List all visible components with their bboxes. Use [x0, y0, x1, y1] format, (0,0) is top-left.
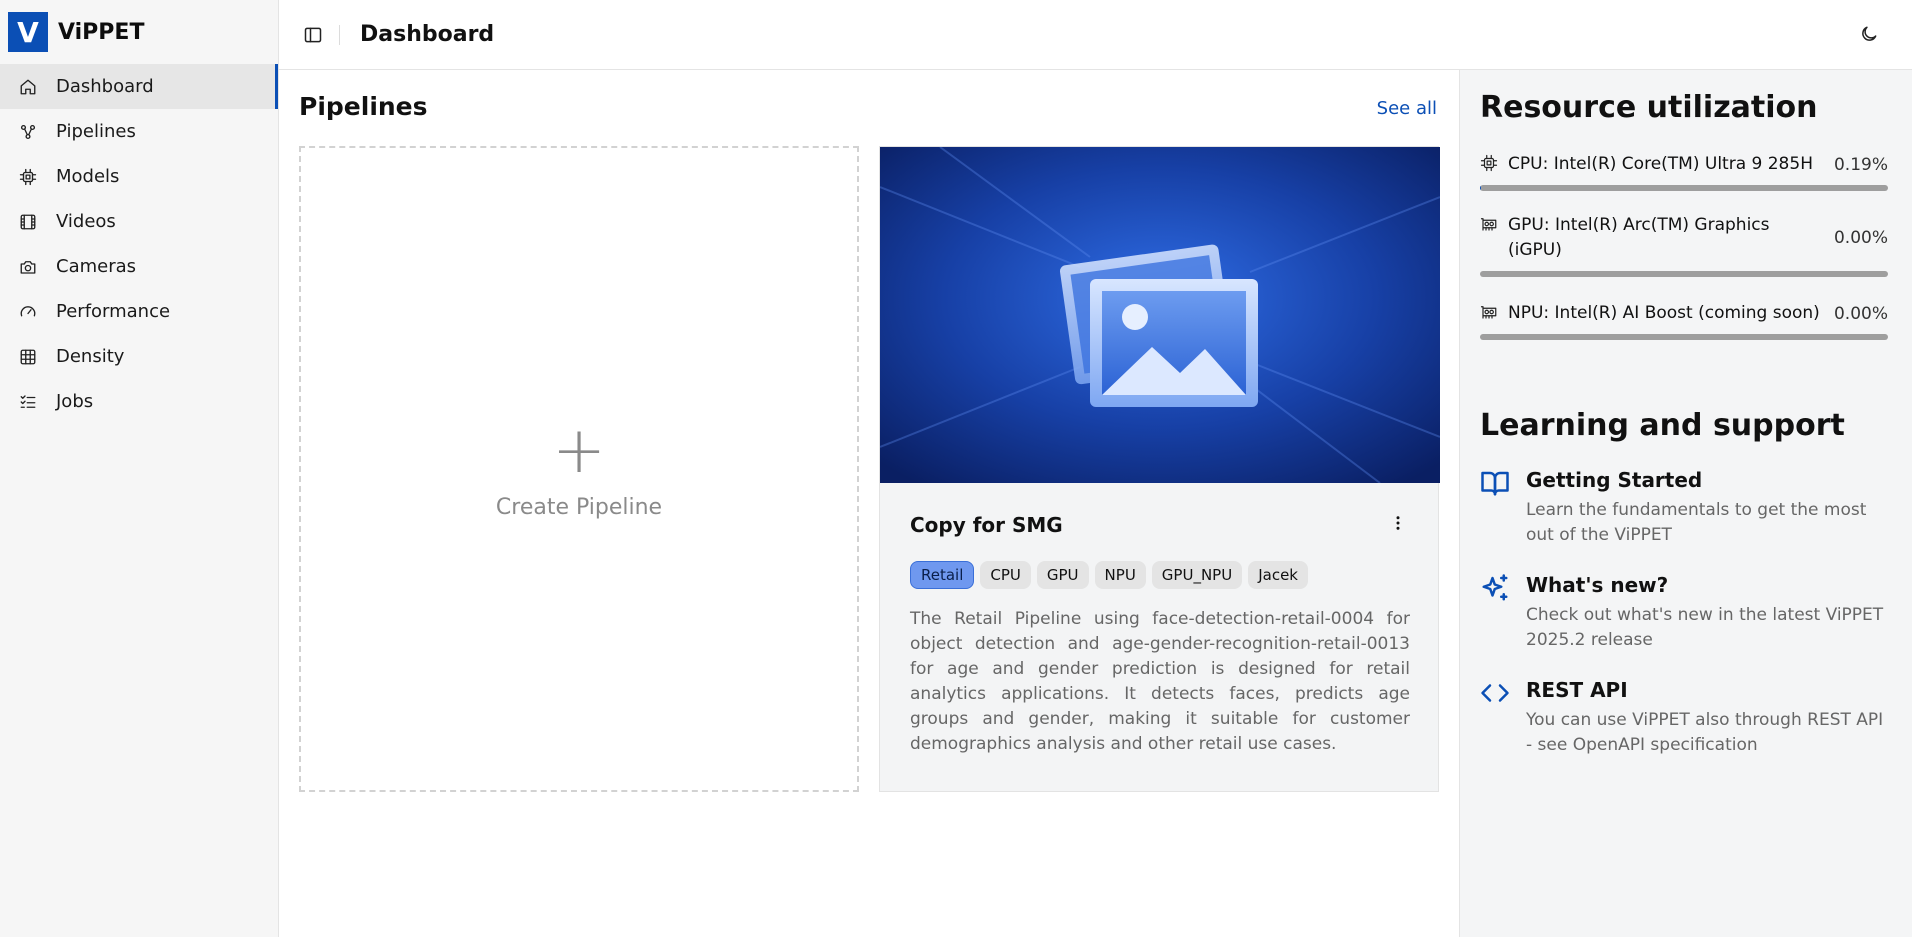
gauge-icon: [18, 302, 38, 322]
resource-label: GPU: Intel(R) Arc(TM) Graphics (iGPU): [1508, 215, 1770, 260]
grid-icon: [18, 347, 38, 367]
resource-npu: NPU: Intel(R) AI Boost (coming soon) 0.0…: [1480, 301, 1888, 340]
panel-left-icon[interactable]: [301, 23, 325, 47]
learn-desc: Learn the fundamentals to get the most o…: [1526, 500, 1867, 545]
resource-value: 0.00%: [1833, 303, 1888, 324]
brand[interactable]: V ViPPET: [0, 0, 278, 64]
sidebar-item-jobs[interactable]: Jobs: [0, 379, 278, 424]
film-icon: [18, 212, 38, 232]
tag-gpu[interactable]: GPU: [1036, 561, 1089, 589]
sidebar-item-label: Density: [56, 346, 125, 367]
npu-card-icon: [1480, 303, 1498, 321]
pipeline-name: Copy for SMG: [910, 513, 1063, 537]
tag-jacek[interactable]: Jacek: [1248, 561, 1308, 589]
see-all-link[interactable]: See all: [1377, 98, 1437, 119]
resource-utilization-title: Resource utilization: [1480, 90, 1818, 125]
sidebar-item-pipelines[interactable]: Pipelines: [0, 109, 278, 154]
moon-icon[interactable]: [1856, 21, 1882, 47]
right-panel: Resource utilization CPU: Intel(R) Core(…: [1459, 70, 1912, 937]
resource-bar: [1480, 334, 1888, 340]
learning-support-title: Learning and support: [1480, 408, 1845, 443]
workflow-icon: [18, 122, 38, 142]
tag-gpu-npu[interactable]: GPU_NPU: [1151, 561, 1243, 589]
pipeline-card[interactable]: Copy for SMG Retail CPU GPU NPU GPU_NPU …: [879, 146, 1440, 792]
sparkles-icon: [1480, 573, 1510, 603]
pipeline-description: The Retail Pipeline using face-detection…: [910, 609, 1410, 754]
more-vertical-icon[interactable]: [1386, 511, 1410, 535]
page-title: Dashboard: [360, 22, 495, 47]
sidebar-item-label: Jobs: [56, 391, 94, 412]
resource-bar: [1480, 271, 1888, 277]
create-pipeline-card[interactable]: + Create Pipeline: [299, 146, 859, 792]
sidebar-item-dashboard[interactable]: Dashboard: [0, 64, 278, 109]
sidebar-item-label: Dashboard: [56, 76, 154, 97]
cpu-icon: [1480, 154, 1498, 172]
sidebar-item-models[interactable]: Models: [0, 154, 278, 199]
code-icon: [1480, 678, 1510, 708]
learn-desc: Check out what's new in the latest ViPPE…: [1526, 605, 1884, 650]
app-logo: V: [8, 12, 48, 52]
tag-retail[interactable]: Retail: [910, 561, 975, 589]
pipelines-section-title: Pipelines: [299, 92, 428, 121]
top-header: Dashboard: [279, 0, 1912, 70]
book-open-icon: [1480, 468, 1510, 498]
sidebar-item-label: Models: [56, 166, 120, 187]
list-checks-icon: [18, 392, 38, 412]
tag-cpu[interactable]: CPU: [980, 561, 1031, 589]
sidebar-item-performance[interactable]: Performance: [0, 289, 278, 334]
learn-title[interactable]: REST API: [1526, 678, 1890, 702]
sidebar: V ViPPET Dashboard Pipelines Models Vide…: [0, 0, 279, 937]
pipeline-thumbnail: [880, 147, 1440, 483]
sidebar-item-label: Pipelines: [56, 121, 136, 142]
resource-value: 0.19%: [1833, 154, 1888, 175]
plus-icon: +: [552, 413, 606, 488]
learn-title[interactable]: What's new?: [1526, 573, 1890, 597]
resource-cpu: CPU: Intel(R) Core(TM) Ultra 9 285H 0.19…: [1480, 152, 1888, 191]
main-content: Pipelines See all + Create Pipeline Copy…: [279, 70, 1459, 937]
resource-label: NPU: Intel(R) AI Boost (coming soon): [1508, 303, 1820, 323]
resource-value: 0.00%: [1833, 228, 1888, 248]
camera-icon: [18, 257, 38, 277]
resource-bar-fill: [1480, 185, 1481, 191]
sidebar-nav: Dashboard Pipelines Models Videos Camera…: [0, 64, 278, 424]
sidebar-item-label: Cameras: [56, 256, 137, 277]
pipeline-card-body: Copy for SMG Retail CPU GPU NPU GPU_NPU …: [910, 513, 1410, 757]
chip-icon: [18, 167, 38, 187]
sidebar-item-label: Videos: [56, 211, 116, 232]
header-divider: [339, 24, 340, 45]
resource-gpu: GPU: Intel(R) Arc(TM) Graphics (iGPU) 0.…: [1480, 213, 1888, 277]
pipeline-tags: Retail CPU GPU NPU GPU_NPU Jacek: [910, 561, 1410, 589]
learn-item-rest-api[interactable]: REST API You can use ViPPET also through…: [1480, 678, 1890, 758]
learn-item-whats-new[interactable]: What's new? Check out what's new in the …: [1480, 573, 1890, 653]
create-pipeline-label: Create Pipeline: [495, 494, 663, 520]
learn-item-getting-started[interactable]: Getting Started Learn the fundamentals t…: [1480, 468, 1890, 548]
learn-desc: You can use ViPPET also through REST API…: [1526, 710, 1884, 755]
sidebar-item-label: Performance: [56, 301, 171, 322]
home-icon: [18, 77, 38, 97]
gpu-card-icon: [1480, 215, 1498, 233]
resource-label: CPU: Intel(R) Core(TM) Ultra 9 285H: [1508, 154, 1813, 174]
learn-title[interactable]: Getting Started: [1526, 468, 1890, 492]
resource-bar: [1480, 185, 1888, 191]
sidebar-item-density[interactable]: Density: [0, 334, 278, 379]
app-name: ViPPET: [58, 19, 145, 45]
tag-npu[interactable]: NPU: [1094, 561, 1146, 589]
sidebar-item-videos[interactable]: Videos: [0, 199, 278, 244]
sidebar-item-cameras[interactable]: Cameras: [0, 244, 278, 289]
